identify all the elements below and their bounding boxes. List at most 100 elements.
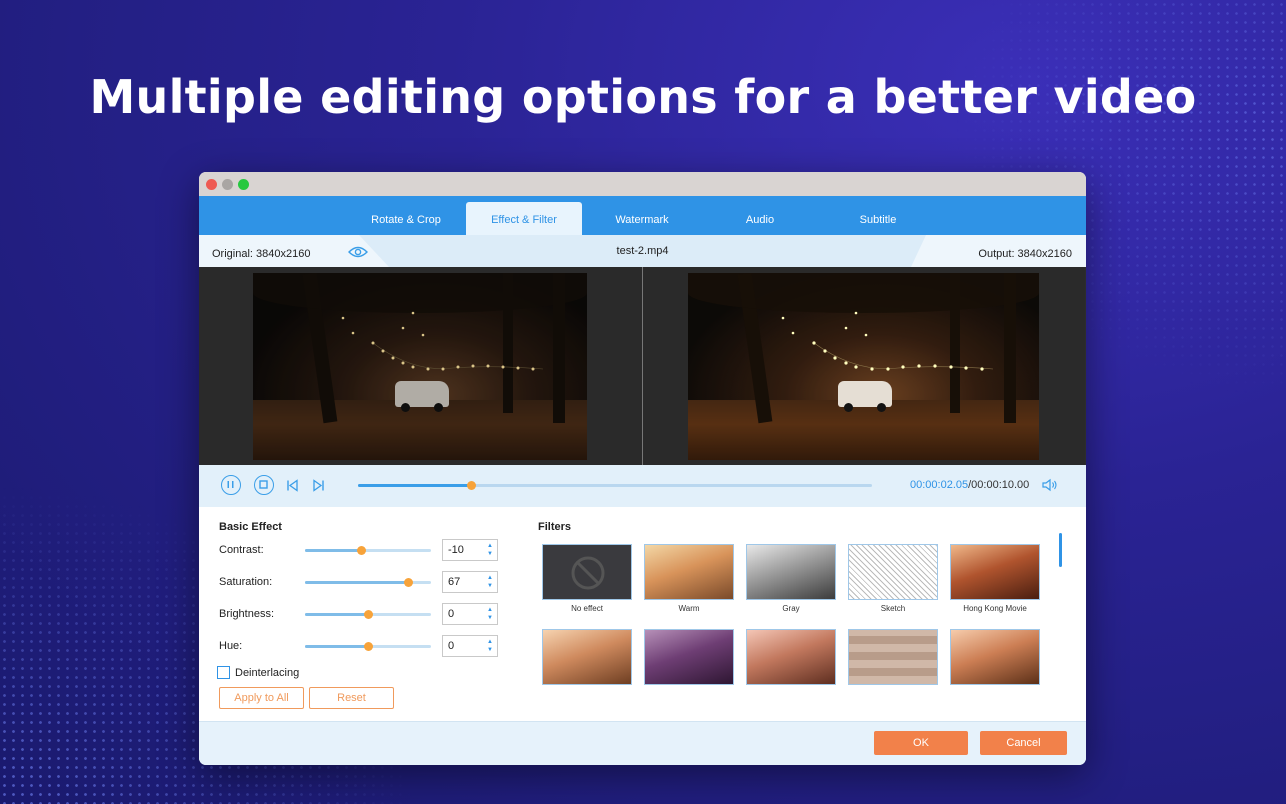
output-preview <box>642 267 1085 465</box>
reset-button[interactable]: Reset <box>309 687 394 709</box>
volume-icon[interactable] <box>1042 478 1058 492</box>
preview-area <box>199 267 1086 465</box>
output-video-frame <box>688 273 1039 460</box>
filters-scrollbar[interactable] <box>1059 533 1062 567</box>
saturation-input[interactable]: 67 ▲ ▼ <box>442 571 498 593</box>
brightness-slider[interactable] <box>305 610 431 619</box>
time-display: 00:00:02.05/00:00:10.00 <box>910 479 1029 491</box>
filter-thumbnail <box>849 545 937 599</box>
filters-title: Filters <box>538 521 572 533</box>
info-bar: Original: 3840x2160 test-2.mp4 Output: 3… <box>199 235 1086 267</box>
editor-window: Rotate & Crop Effect & Filter Watermark … <box>199 172 1086 765</box>
contrast-input[interactable]: -10 ▲ ▼ <box>442 539 498 561</box>
filter-thumbnail <box>645 545 733 599</box>
filter-label: No effect <box>571 604 603 613</box>
saturation-increment-icon[interactable]: ▲ <box>487 575 493 581</box>
filter-warm[interactable] <box>644 544 734 600</box>
minimize-window-button[interactable] <box>222 178 233 190</box>
filter-label: Sketch <box>880 604 906 613</box>
hue-value: 0 <box>448 640 455 652</box>
next-frame-icon[interactable] <box>312 479 325 492</box>
brightness-row: Brightness: 0 ▲ ▼ <box>219 603 519 627</box>
tab-bar: Rotate & Crop Effect & Filter Watermark … <box>199 196 1086 235</box>
brightness-label: Brightness: <box>219 608 275 620</box>
filter-label: Gray <box>782 604 800 613</box>
filter-7[interactable] <box>644 629 734 685</box>
saturation-slider[interactable] <box>305 578 431 587</box>
filter-hong-kong-movie[interactable] <box>950 544 1040 600</box>
ok-button[interactable]: OK <box>874 731 968 755</box>
title-bar <box>199 172 1086 196</box>
brightness-input[interactable]: 0 ▲ ▼ <box>442 603 498 625</box>
contrast-value: -10 <box>448 544 464 556</box>
brightness-slider-handle[interactable] <box>363 610 373 619</box>
stop-button[interactable] <box>254 475 274 495</box>
filter-8[interactable] <box>746 629 836 685</box>
dialog-footer: OK Cancel <box>199 721 1086 765</box>
contrast-label: Contrast: <box>219 544 264 556</box>
file-name: test-2.mp4 <box>616 245 669 257</box>
filter-thumbnail <box>951 545 1039 599</box>
filter-label: Warm <box>678 604 700 613</box>
tab-subtitle[interactable]: Subtitle <box>819 202 937 235</box>
saturation-slider-handle[interactable] <box>403 578 413 587</box>
tab-watermark[interactable]: Watermark <box>583 202 701 235</box>
playback-progress-bar[interactable] <box>358 481 872 490</box>
original-preview <box>199 267 642 465</box>
stop-icon <box>259 480 268 489</box>
filter-thumbnail <box>747 630 835 684</box>
filter-10[interactable] <box>950 629 1040 685</box>
saturation-row: Saturation: 67 ▲ ▼ <box>219 571 519 595</box>
hue-input[interactable]: 0 ▲ ▼ <box>442 635 498 657</box>
hue-row: Hue: 0 ▲ ▼ <box>219 635 519 659</box>
hue-increment-icon[interactable]: ▲ <box>487 639 493 645</box>
filter-9[interactable] <box>848 629 938 685</box>
filter-gray[interactable] <box>746 544 836 600</box>
contrast-slider[interactable] <box>305 546 431 555</box>
filter-label: Hong Kong Movie <box>963 604 1027 613</box>
filter-thumbnail <box>747 545 835 599</box>
pause-button[interactable] <box>221 475 241 495</box>
filter-no-effect[interactable] <box>542 544 632 600</box>
contrast-row: Contrast: -10 ▲ ▼ <box>219 539 519 563</box>
original-video-frame <box>253 273 587 460</box>
brightness-decrement-icon[interactable]: ▼ <box>487 615 493 621</box>
output-resolution: Output: 3840x2160 <box>978 248 1072 260</box>
saturation-label: Saturation: <box>219 576 273 588</box>
pause-icon <box>227 481 234 488</box>
basic-effect-title: Basic Effect <box>219 521 282 533</box>
tab-effect-filter[interactable]: Effect & Filter <box>466 202 582 235</box>
hue-slider-handle[interactable] <box>363 642 373 651</box>
maximize-window-button[interactable] <box>238 178 249 190</box>
effect-panel: Basic Effect Contrast: -10 ▲ ▼ Saturation:… <box>199 507 1086 721</box>
playback-controls: 00:00:02.05/00:00:10.00 <box>199 465 1086 507</box>
deinterlacing-label: Deinterlacing <box>235 667 300 679</box>
headline: Multiple editing options for a better vi… <box>89 70 1197 124</box>
filter-sketch[interactable] <box>848 544 938 600</box>
contrast-decrement-icon[interactable]: ▼ <box>487 551 493 557</box>
brightness-value: 0 <box>448 608 455 620</box>
total-time: /00:00:10.00 <box>968 479 1030 491</box>
hue-label: Hue: <box>219 640 243 652</box>
hue-slider[interactable] <box>305 642 431 651</box>
deinterlacing-checkbox[interactable] <box>217 666 230 679</box>
filter-thumbnail <box>951 630 1039 684</box>
previous-frame-icon[interactable] <box>286 479 299 492</box>
tab-rotate-crop[interactable]: Rotate & Crop <box>347 202 465 235</box>
cancel-button[interactable]: Cancel <box>980 731 1067 755</box>
tab-audio[interactable]: Audio <box>701 202 819 235</box>
contrast-increment-icon[interactable]: ▲ <box>487 543 493 549</box>
filter-thumbnail <box>543 630 631 684</box>
playback-progress-handle[interactable] <box>466 481 476 490</box>
saturation-decrement-icon[interactable]: ▼ <box>487 583 493 589</box>
hue-decrement-icon[interactable]: ▼ <box>487 647 493 653</box>
filter-6[interactable] <box>542 629 632 685</box>
close-window-button[interactable] <box>206 178 217 190</box>
contrast-slider-handle[interactable] <box>357 546 367 555</box>
filter-thumbnail <box>849 630 937 684</box>
no-effect-icon <box>571 556 605 590</box>
saturation-value: 67 <box>448 576 461 588</box>
apply-to-all-button[interactable]: Apply to All <box>219 687 304 709</box>
brightness-increment-icon[interactable]: ▲ <box>487 607 493 613</box>
current-time: 00:00:02.05 <box>910 479 969 491</box>
